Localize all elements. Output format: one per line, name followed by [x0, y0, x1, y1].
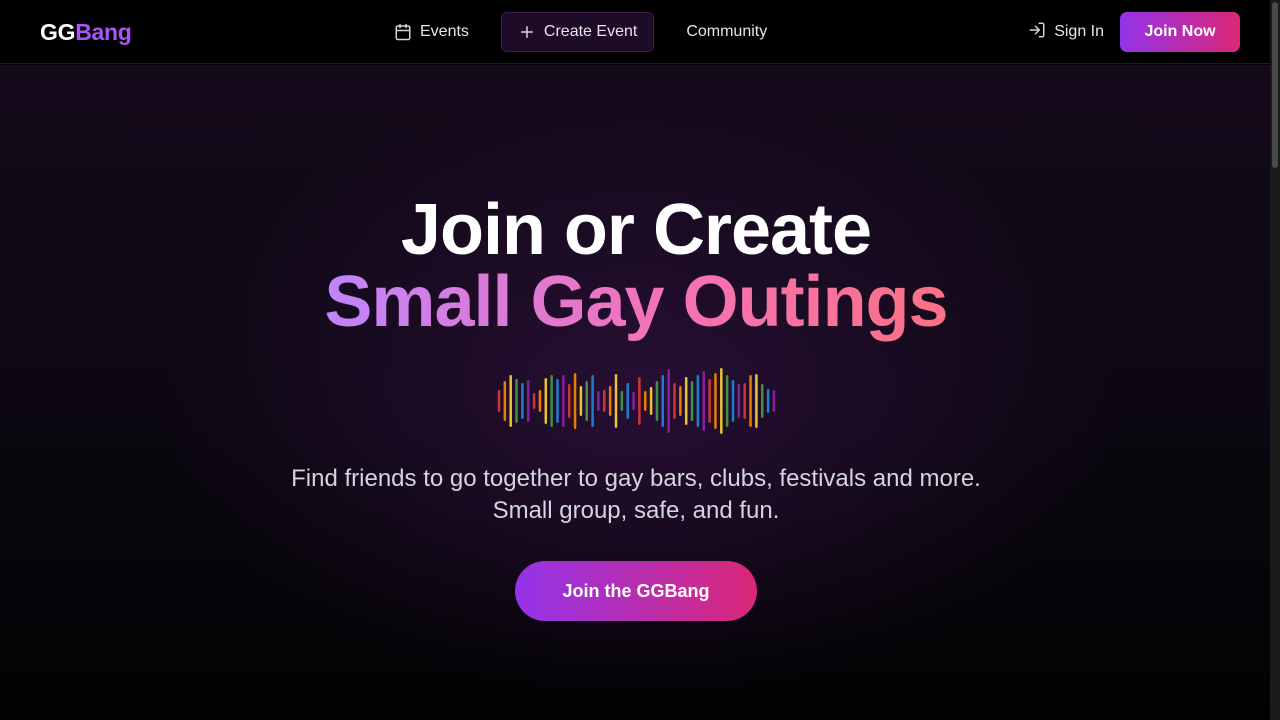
soundwave-bar	[725, 375, 729, 427]
main-nav: Events Create Event Community	[378, 11, 783, 53]
soundwave-bar	[749, 375, 752, 427]
soundwave-bar	[567, 384, 571, 418]
soundwave-bar	[766, 389, 770, 413]
soundwave-bar	[679, 386, 682, 416]
hero-subtitle-line2: Small group, safe, and fun.	[492, 497, 780, 524]
soundwave-bar	[661, 375, 665, 427]
soundwave-bar	[603, 390, 606, 412]
auth-actions: Sign In Join Now	[1028, 12, 1240, 52]
soundwave-bar	[597, 391, 600, 411]
rainbow-soundwave-graphic	[497, 368, 776, 434]
join-the-ggbang-button[interactable]: Join the GGBang	[515, 561, 757, 621]
nav-community-label: Community	[686, 23, 768, 40]
soundwave-bar	[550, 375, 553, 427]
soundwave-bar	[720, 368, 723, 434]
soundwave-bar	[649, 387, 653, 415]
soundwave-bar	[503, 381, 507, 421]
soundwave-bar	[620, 391, 624, 411]
soundwave-bar	[632, 392, 635, 410]
soundwave-bar	[708, 379, 711, 423]
soundwave-bar	[608, 386, 612, 416]
soundwave-bar	[772, 390, 776, 412]
soundwave-bar	[527, 380, 530, 422]
soundwave-bar	[556, 379, 559, 423]
soundwave-bar	[497, 390, 501, 412]
sign-in-button[interactable]: Sign In	[1028, 21, 1104, 44]
soundwave-bar	[562, 375, 565, 427]
top-navbar: GGBang Events Create Event Community Sig…	[0, 0, 1270, 64]
soundwave-bar	[538, 390, 542, 412]
soundwave-bar	[761, 384, 764, 418]
soundwave-bar	[690, 381, 694, 421]
soundwave-bar	[521, 383, 524, 419]
soundwave-bar	[573, 373, 577, 429]
brand-logo-part2: Bang	[75, 19, 132, 45]
soundwave-bar	[585, 381, 588, 421]
hero-title-line1: Join or Create	[400, 190, 872, 270]
soundwave-bar	[702, 371, 705, 431]
hero-subtitle: Find friends to go together to gay bars,…	[0, 463, 1272, 527]
hero-title-line2: Small Gay Outings	[0, 263, 1272, 341]
soundwave-bar	[644, 391, 647, 411]
brand-logo-part1: GG	[40, 19, 76, 45]
soundwave-bar	[714, 373, 717, 429]
soundwave-bar	[614, 374, 618, 428]
soundwave-bar	[579, 386, 583, 416]
scrollbar-thumb[interactable]	[1272, 2, 1278, 168]
sign-in-icon	[1028, 21, 1046, 44]
soundwave-bar	[626, 383, 629, 419]
nav-events-label: Events	[420, 23, 469, 40]
soundwave-bar	[737, 384, 741, 418]
hero-subtitle-line1: Find friends to go together to gay bars,…	[291, 465, 981, 492]
hero-section: Join or Create Small Gay Outings Find fr…	[0, 65, 1270, 720]
brand-logo[interactable]: GGBang	[40, 18, 132, 46]
soundwave-bar	[509, 375, 512, 427]
soundwave-bar	[731, 380, 735, 422]
soundwave-bar	[667, 369, 670, 433]
soundwave-bar	[638, 377, 641, 425]
hero-title-line2-text: Small Gay Outings	[324, 262, 948, 342]
nav-create-event[interactable]: Create Event	[500, 12, 655, 52]
soundwave-bar	[743, 383, 746, 419]
soundwave-bar	[655, 381, 659, 421]
soundwave-bar	[544, 378, 548, 424]
soundwave-bar	[696, 375, 700, 427]
soundwave-bar	[591, 375, 594, 427]
calendar-icon	[394, 23, 412, 41]
nav-create-event-label: Create Event	[543, 23, 638, 40]
soundwave-bar	[684, 377, 688, 425]
nav-community[interactable]: Community	[670, 12, 783, 52]
join-now-button[interactable]: Join Now	[1120, 12, 1240, 52]
plus-icon	[518, 23, 536, 41]
nav-events[interactable]: Events	[378, 12, 485, 52]
page-scrollbar[interactable]	[1270, 0, 1280, 720]
sign-in-label: Sign In	[1054, 23, 1104, 40]
soundwave-bar	[673, 383, 676, 419]
soundwave-bar	[755, 374, 758, 428]
soundwave-bar	[515, 379, 518, 423]
soundwave-bar	[532, 393, 536, 409]
